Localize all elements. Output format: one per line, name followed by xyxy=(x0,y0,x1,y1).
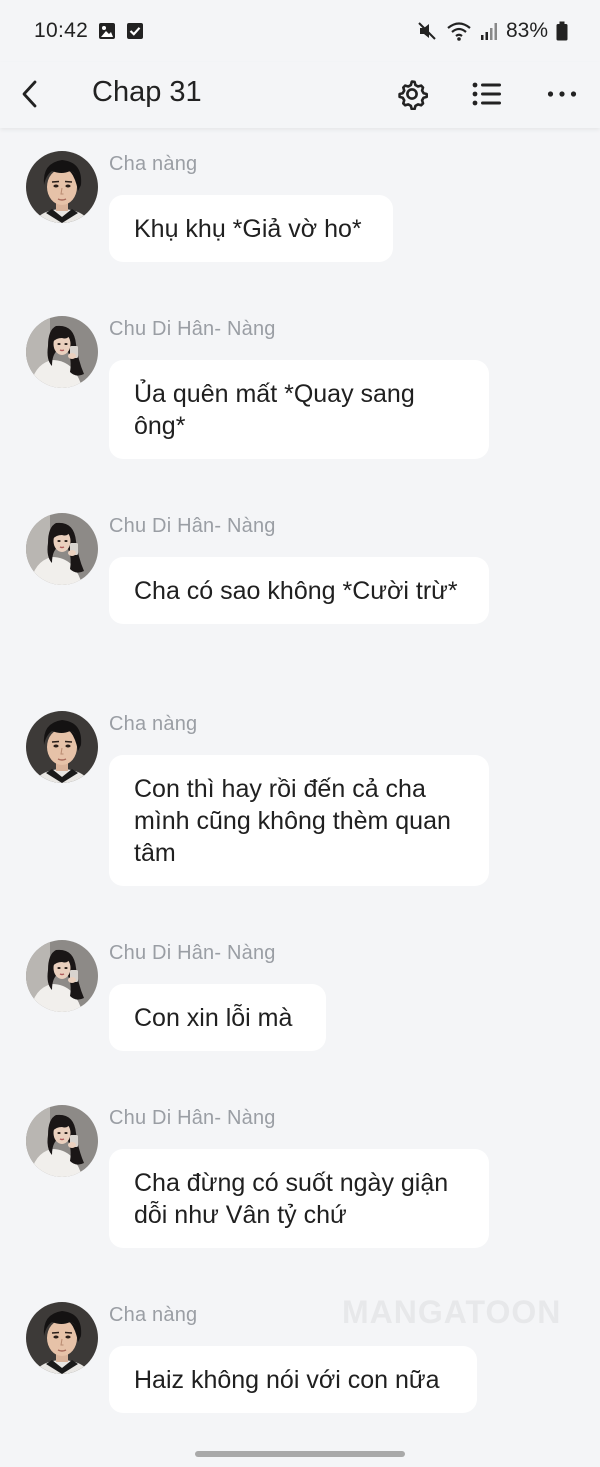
avatar[interactable] xyxy=(26,151,98,223)
wifi-icon xyxy=(447,22,471,41)
status-time: 10:42 xyxy=(34,19,89,42)
status-left: 10:42 xyxy=(34,19,144,43)
avatar[interactable] xyxy=(26,940,98,1012)
message-bubble: Cha đừng có suốt ngày giận dỗi như Vân t… xyxy=(109,1149,489,1248)
sender-name: Chu Di Hân- Nàng xyxy=(109,942,276,964)
sender-name: Chu Di Hân- Nàng xyxy=(109,1107,276,1129)
message-bubble: Haiz không nói với con nữa xyxy=(109,1346,477,1413)
back-button[interactable] xyxy=(14,74,44,114)
message-bubble: Con thì hay rồi đến cả cha mình cũng khô… xyxy=(109,755,489,886)
battery-percent: 83% xyxy=(505,19,548,42)
gear-icon xyxy=(398,80,428,110)
checkbox-notification-icon xyxy=(127,23,144,39)
avatar[interactable] xyxy=(26,1302,98,1374)
sender-name: Cha nàng xyxy=(109,713,198,735)
male-avatar-icon xyxy=(26,711,98,783)
sender-name: Cha nàng xyxy=(109,153,198,175)
sender-name: Cha nàng xyxy=(109,1304,198,1326)
avatar[interactable] xyxy=(26,1105,98,1177)
avatar[interactable] xyxy=(26,513,98,585)
more-horizontal-icon xyxy=(547,91,577,97)
male-avatar-icon xyxy=(26,1302,98,1374)
avatar[interactable] xyxy=(26,711,98,783)
signal-icon xyxy=(480,23,497,40)
watermark-logo: MANGATOON xyxy=(342,1294,562,1330)
mute-icon xyxy=(418,22,436,40)
chevron-left-icon xyxy=(22,80,37,108)
more-options-button[interactable] xyxy=(540,72,584,116)
female-avatar-icon xyxy=(26,316,98,388)
page-title: Chap 31 xyxy=(92,76,202,108)
message-bubble: Cha có sao không *Cười trừ* xyxy=(109,557,489,624)
female-avatar-icon xyxy=(26,513,98,585)
home-indicator[interactable] xyxy=(195,1451,405,1457)
sender-name: Chu Di Hân- Nàng xyxy=(109,515,276,537)
list-icon xyxy=(472,82,501,106)
female-avatar-icon xyxy=(26,940,98,1012)
gallery-notification-icon xyxy=(99,23,116,39)
female-avatar-icon xyxy=(26,1105,98,1177)
message-bubble: Con xin lỗi mà xyxy=(109,984,326,1051)
status-right: 83% xyxy=(416,19,568,43)
message-bubble: Khụ khụ *Giả vờ ho* xyxy=(109,195,393,262)
sender-name: Chu Di Hân- Nàng xyxy=(109,318,276,340)
nav-bar: Chap 31 xyxy=(0,62,600,128)
battery-icon xyxy=(556,21,568,41)
settings-button[interactable] xyxy=(390,72,434,116)
chapter-list-button[interactable] xyxy=(465,72,509,116)
message-bubble: Ủa quên mất *Quay sang ông* xyxy=(109,360,489,459)
avatar[interactable] xyxy=(26,316,98,388)
male-avatar-icon xyxy=(26,151,98,223)
status-bar: 10:42 83% xyxy=(0,0,600,62)
